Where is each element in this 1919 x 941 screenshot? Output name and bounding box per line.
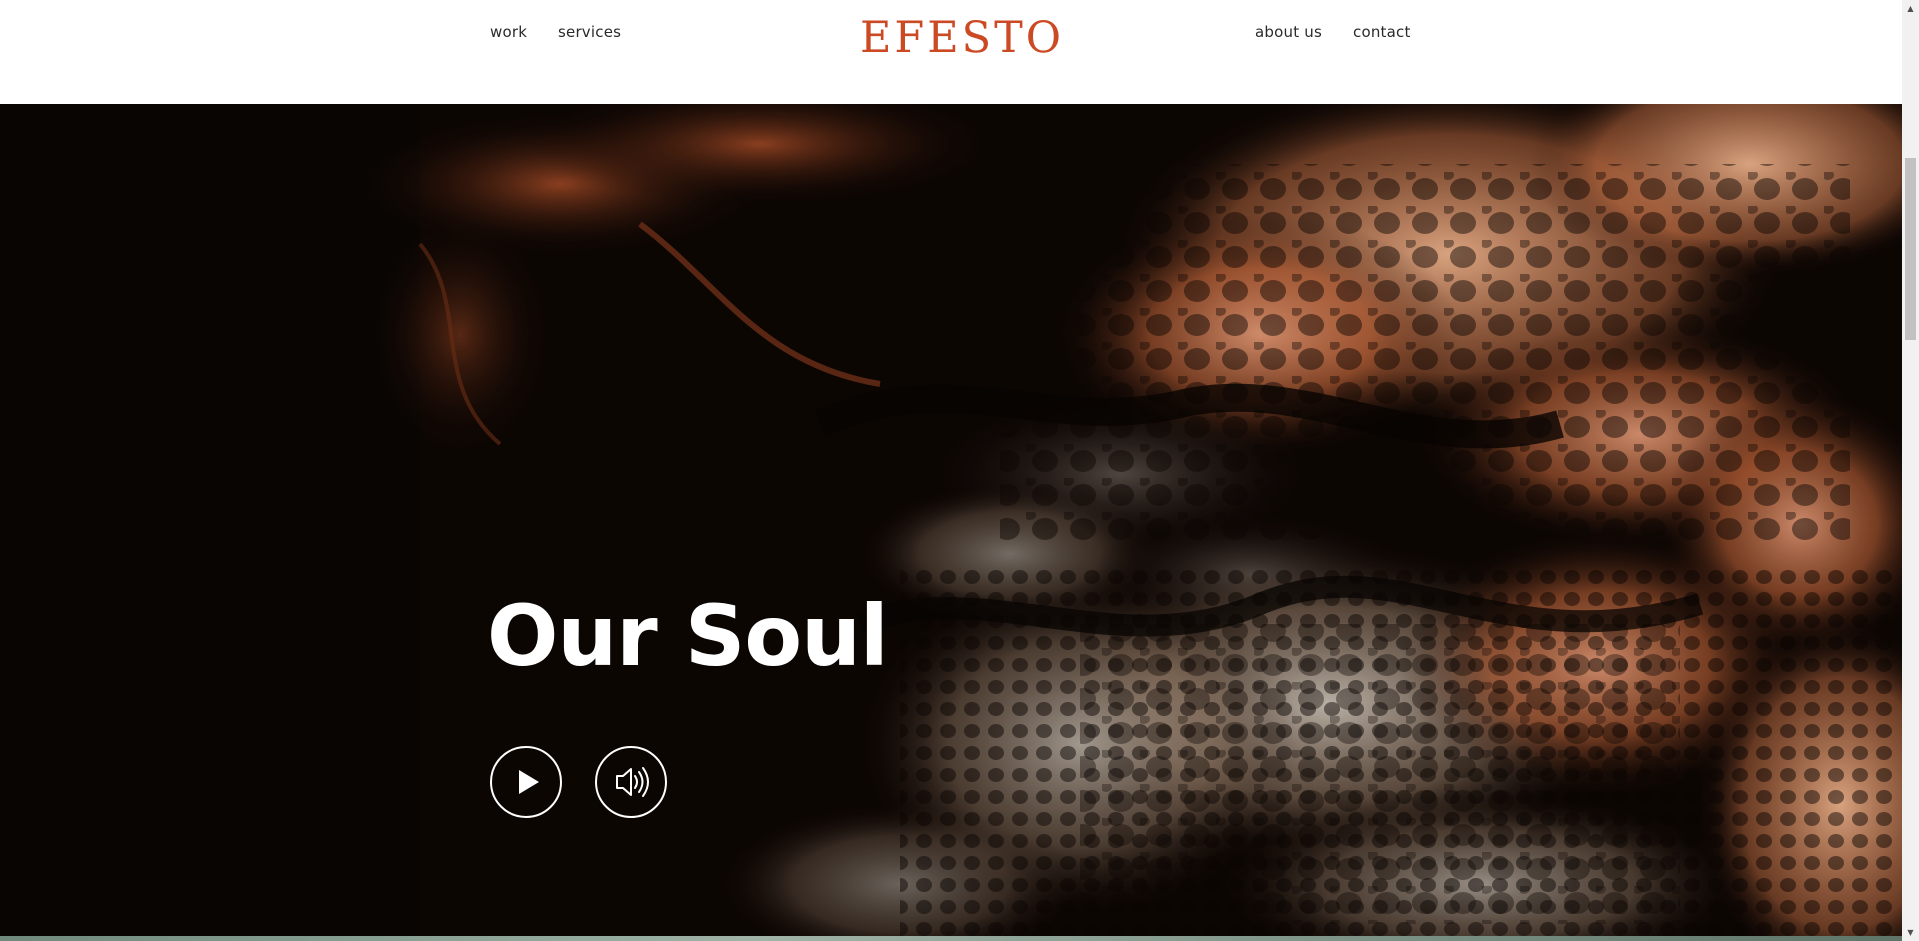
nav-contact-link[interactable]: contact bbox=[1353, 23, 1411, 41]
site-header: work services EFESTO about us contact bbox=[0, 0, 1902, 104]
vertical-scrollbar[interactable]: ▲ ▼ bbox=[1902, 0, 1919, 941]
site-logo[interactable]: EFESTO bbox=[860, 12, 1061, 64]
scroll-down-arrow-icon[interactable]: ▼ bbox=[1902, 924, 1919, 941]
nav-work-link[interactable]: work bbox=[490, 23, 527, 41]
hero-title: Our Soul bbox=[487, 587, 889, 685]
hero-background-image bbox=[0, 104, 1902, 936]
page: work services EFESTO about us contact Ou… bbox=[0, 0, 1919, 941]
bottom-edge-strip bbox=[0, 936, 1902, 941]
sound-toggle-button[interactable] bbox=[595, 746, 667, 818]
play-icon bbox=[519, 770, 539, 794]
hero-section: Our Soul bbox=[0, 104, 1902, 936]
nav-about-us-link[interactable]: about us bbox=[1255, 23, 1322, 41]
play-button[interactable] bbox=[490, 746, 562, 818]
speaker-volume-icon bbox=[616, 767, 649, 797]
nav-services-link[interactable]: services bbox=[558, 23, 621, 41]
scroll-up-arrow-icon[interactable]: ▲ bbox=[1902, 0, 1919, 17]
scrollbar-thumb[interactable] bbox=[1905, 158, 1916, 340]
